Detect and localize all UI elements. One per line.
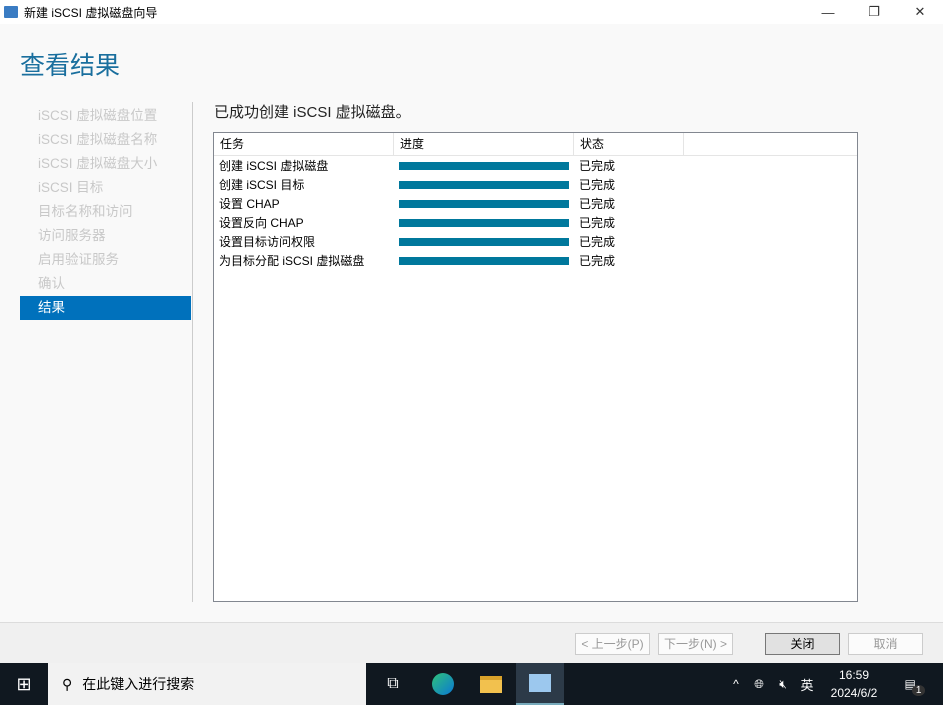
status-cell: 已完成 — [579, 197, 616, 211]
progress-bar — [399, 237, 569, 246]
ime-indicator[interactable]: 英 — [796, 663, 818, 705]
network-icon[interactable]: 🌐︎ — [748, 663, 770, 705]
page-title: 查看结果 — [20, 52, 121, 80]
progress-bar — [399, 161, 569, 170]
column-header-status[interactable]: 状态 — [574, 133, 684, 155]
windows-icon: ⊞ — [16, 673, 32, 694]
table-row[interactable]: 设置 CHAP 已完成 — [214, 194, 857, 213]
maximize-button[interactable]: ❐ — [851, 0, 897, 24]
nav-item: iSCSI 目标 — [38, 180, 104, 195]
start-button[interactable]: ⊞ — [0, 663, 48, 705]
task-cell: 创建 iSCSI 虚拟磁盘 — [219, 159, 329, 173]
progress-cell — [394, 199, 574, 208]
task-cell: 设置 CHAP — [219, 197, 280, 211]
time: 16:59 — [838, 668, 870, 682]
action-center-button[interactable]: ▤ 1 — [895, 663, 935, 705]
divider — [192, 102, 193, 602]
file-explorer-button[interactable] — [468, 663, 514, 705]
nav-item: 访问服务器 — [38, 228, 106, 243]
server-manager-button[interactable] — [516, 663, 564, 705]
status-cell: 已完成 — [579, 235, 616, 249]
close-button[interactable]: 关闭 — [765, 633, 840, 655]
table-row[interactable]: 设置反向 CHAP 已完成 — [214, 213, 857, 232]
cancel-button[interactable]: 取消 — [848, 633, 923, 655]
result-heading: 已成功创建 iSCSI 虚拟磁盘。 — [214, 104, 411, 121]
taskbar: ⊞ ⚲ 在此键入进行搜索 ⧉ ^ 🌐︎ 🔇︎ 英 16:59 2024/6/2 ▤… — [0, 663, 943, 705]
next-button[interactable]: 下一步(N) > — [658, 633, 733, 655]
date: 2024/6/2 — [830, 686, 878, 700]
edge-button[interactable] — [420, 663, 466, 705]
status-cell: 已完成 — [579, 216, 616, 230]
task-cell: 创建 iSCSI 目标 — [219, 178, 305, 192]
progress-bar — [399, 256, 569, 265]
progress-bar — [399, 218, 569, 227]
show-hidden-icons[interactable]: ^ — [725, 663, 747, 705]
nav-item: iSCSI 虚拟磁盘大小 — [38, 156, 158, 171]
nav-item: 启用验证服务 — [38, 252, 119, 267]
table-header: 任务 进度 状态 — [214, 133, 857, 156]
column-header-progress[interactable]: 进度 — [394, 133, 574, 155]
progress-bar — [399, 180, 569, 189]
status-cell: 已完成 — [579, 254, 616, 268]
search-icon: ⚲ — [62, 675, 73, 692]
task-view-icon: ⧉ — [387, 675, 399, 692]
minimize-button[interactable]: — — [805, 0, 851, 24]
folder-icon — [480, 675, 502, 693]
status-cell: 已完成 — [579, 178, 616, 192]
progress-cell — [394, 218, 574, 227]
search-placeholder: 在此键入进行搜索 — [82, 676, 195, 692]
prev-button[interactable]: < 上一步(P) — [575, 633, 650, 655]
status-cell: 已完成 — [579, 159, 616, 173]
app-icon — [4, 6, 18, 18]
nav-item: 目标名称和访问 — [38, 204, 133, 219]
table-row[interactable]: 为目标分配 iSCSI 虚拟磁盘 已完成 — [214, 251, 857, 270]
table-row[interactable]: 设置目标访问权限 已完成 — [214, 232, 857, 251]
close-window-button[interactable]: ✕ — [897, 0, 943, 24]
title-bar: 新建 iSCSI 虚拟磁盘向导 — ❐ ✕ — [0, 0, 943, 24]
nav-item-active: 结果 — [20, 296, 191, 320]
nav-item: iSCSI 虚拟磁盘位置 — [38, 108, 158, 123]
server-manager-icon — [529, 674, 551, 692]
progress-cell — [394, 237, 574, 246]
table-row[interactable]: 创建 iSCSI 虚拟磁盘 已完成 — [214, 156, 857, 175]
wizard-nav: iSCSI 虚拟磁盘位置 iSCSI 虚拟磁盘名称 iSCSI 虚拟磁盘大小 i… — [20, 104, 191, 320]
table-row[interactable]: 创建 iSCSI 目标 已完成 — [214, 175, 857, 194]
progress-bar — [399, 199, 569, 208]
progress-cell — [394, 256, 574, 265]
task-cell: 设置反向 CHAP — [219, 216, 304, 230]
edge-icon — [432, 673, 454, 695]
notification-count: 1 — [911, 684, 926, 696]
progress-cell — [394, 180, 574, 189]
progress-cell — [394, 161, 574, 170]
nav-item: iSCSI 虚拟磁盘名称 — [38, 132, 158, 147]
task-cell: 为目标分配 iSCSI 虚拟磁盘 — [219, 254, 365, 268]
search-box[interactable]: ⚲ 在此键入进行搜索 — [48, 663, 366, 705]
task-cell: 设置目标访问权限 — [219, 235, 316, 249]
window-title: 新建 iSCSI 虚拟磁盘向导 — [24, 5, 158, 20]
clock[interactable]: 16:59 2024/6/2 — [822, 663, 886, 705]
column-header-task[interactable]: 任务 — [214, 133, 394, 155]
task-view-button[interactable]: ⧉ — [370, 663, 416, 705]
nav-item: 确认 — [38, 276, 65, 291]
volume-muted-icon[interactable]: 🔇︎ — [772, 663, 794, 705]
results-table[interactable]: 任务 进度 状态 创建 iSCSI 虚拟磁盘 已完成 创建 iSCSI 目标 已完… — [213, 132, 858, 602]
